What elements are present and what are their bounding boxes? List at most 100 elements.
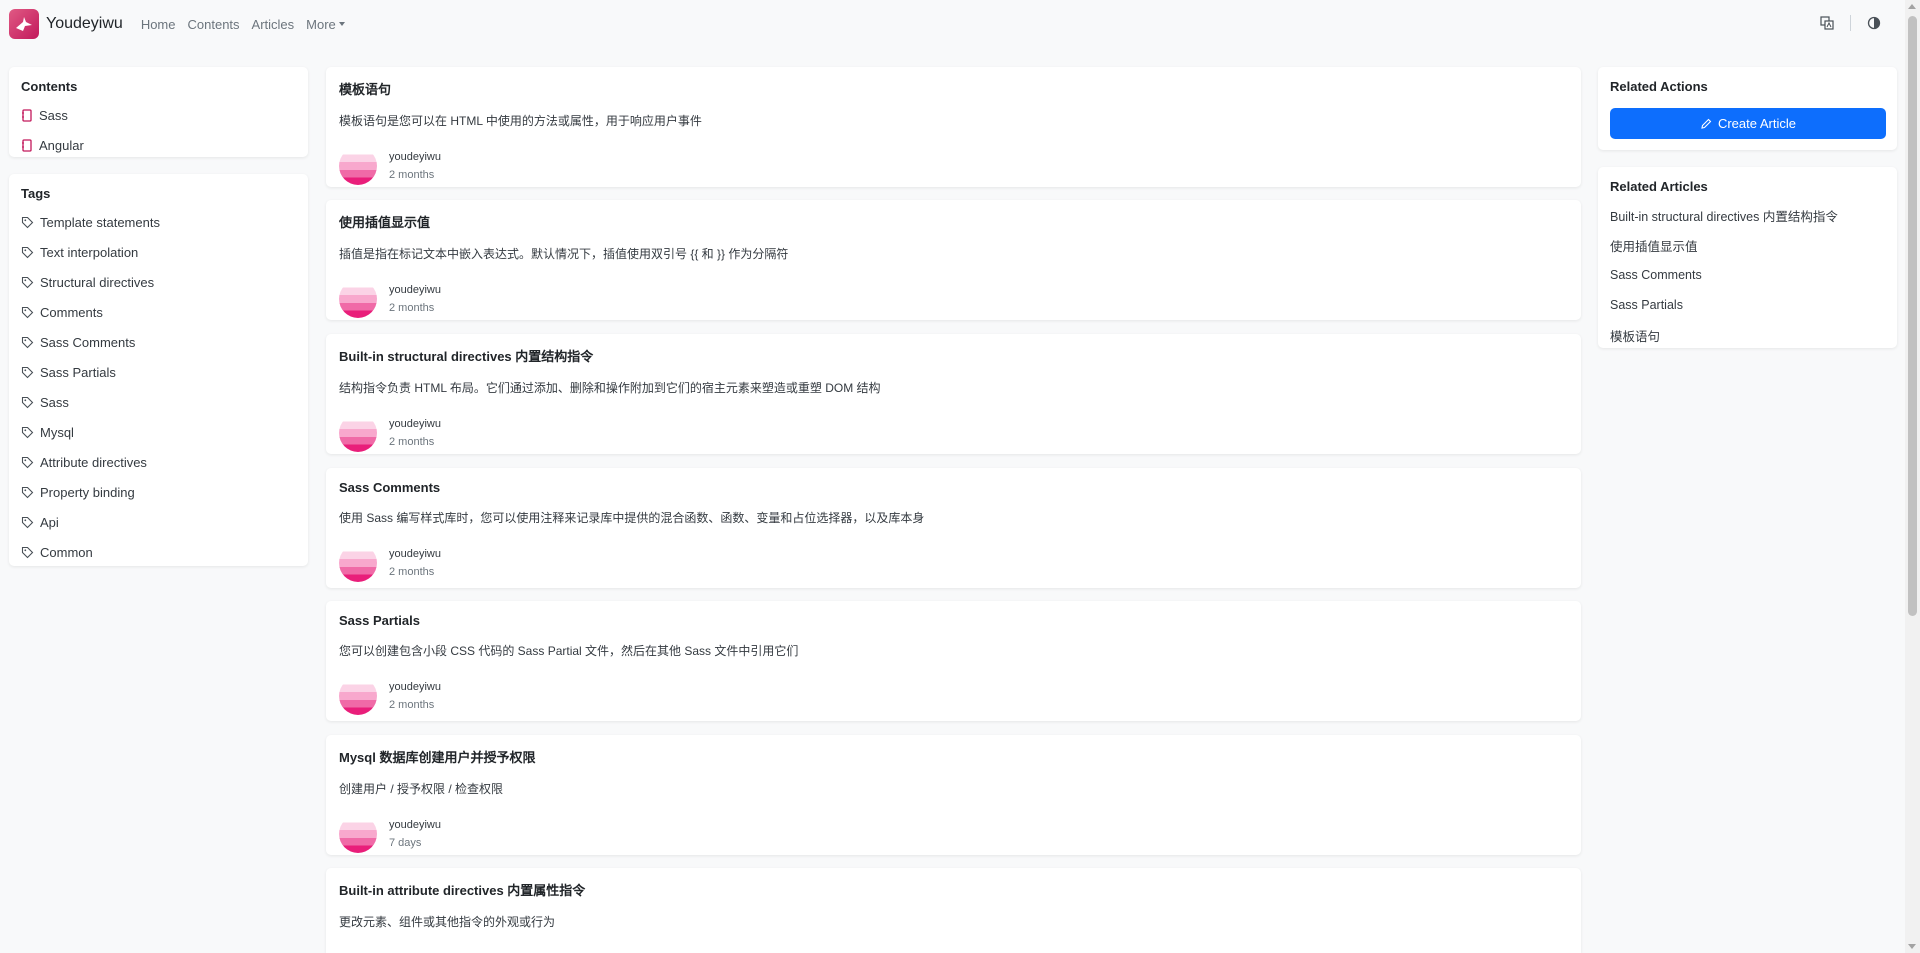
tag-item[interactable]: Attribute directives [21,447,296,477]
tag-icon [21,216,34,228]
related-actions-card: Related Actions Create Article [1598,67,1897,150]
article-title[interactable]: 模板语句 [339,79,1568,98]
author-name[interactable]: youdeyiwu [389,819,441,831]
article-desc: 创建用户 / 授予权限 / 检查权限 [339,782,504,796]
nav-more-dropdown[interactable]: More [306,17,345,32]
author-name[interactable]: youdeyiwu [389,548,441,560]
contents-item-label: Sass [39,107,68,123]
avatar[interactable] [339,677,377,715]
article-time: 2 months [389,699,435,711]
tag-icon [21,516,34,528]
article-card: 使用插值显示值 插值是指在标记文本中嵌入表达式。默认情况下，插值使用双引号 {{… [326,200,1581,320]
scroll-up-icon[interactable] [1908,4,1916,9]
tag-label: Property binding [40,484,135,500]
tag-label: Common [40,544,93,560]
tag-item[interactable]: Common [21,537,296,567]
tags-card: Tags Template statements Text interpolat… [9,174,308,566]
avatar[interactable] [339,147,377,185]
related-articles-card: Related Articles Built-in structural dir… [1598,167,1897,348]
article-desc: 结构指令负责 HTML 布局。它们通过添加、删除和操作附加到它们的宿主元素来塑造… [339,381,881,395]
tag-icon [21,456,34,468]
tag-item[interactable]: Api [21,507,296,537]
scroll-thumb[interactable] [1908,16,1917,616]
article-time: 2 months [389,436,435,448]
tag-icon [21,426,34,438]
article-desc: 更改元素、组件或其他指令的外观或行为 [339,915,556,929]
article-desc: 模板语句是您可以在 HTML 中使用的方法或属性，用于响应用户事件 [339,114,702,128]
related-article-link[interactable]: Built-in structural directives 内置结构指令 [1610,200,1885,230]
contents-item-sass[interactable]: Sass [21,100,296,130]
create-article-label: Create Article [1717,116,1797,131]
related-article-link[interactable]: Sass Comments [1610,260,1885,290]
article-card: Built-in attribute directives 内置属性指令 更改元… [326,868,1581,953]
tag-item[interactable]: Template statements [21,207,296,237]
contents-item-angular[interactable]: Angular [21,130,296,160]
article-title[interactable]: Sass Partials [339,613,1568,628]
avatar[interactable] [339,544,377,582]
related-article-link[interactable]: 使用插值显示值 [1610,230,1885,260]
article-desc: 插值是指在标记文本中嵌入表达式。默认情况下，插值使用双引号 {{ 和 }} 作为… [339,247,789,261]
brand[interactable]: Youdeyiwu [9,9,123,39]
tag-icon [21,276,34,288]
tag-label: Mysql [40,424,74,440]
nav-link-home[interactable]: Home [141,17,176,32]
article-title[interactable]: Built-in attribute directives 内置属性指令 [339,880,1568,899]
article-title[interactable]: 使用插值显示值 [339,212,1568,231]
create-article-button[interactable]: Create Article [1610,108,1886,139]
article-author: youdeyiwu 2 months [339,280,1568,318]
nav-link-articles[interactable]: Articles [252,17,295,32]
author-name[interactable]: youdeyiwu [389,151,441,163]
article-card: 模板语句 模板语句是您可以在 HTML 中使用的方法或属性，用于响应用户事件 y… [326,67,1581,187]
article-title[interactable]: Sass Comments [339,480,1568,495]
avatar[interactable] [339,280,377,318]
tag-label: Sass Partials [40,364,116,380]
tag-icon [21,396,34,408]
author-name[interactable]: youdeyiwu [389,284,441,296]
article-title[interactable]: Built-in structural directives 内置结构指令 [339,346,1568,365]
nav-right-tools [1818,14,1883,32]
article-time: 2 months [389,302,435,314]
tag-icon [21,336,34,348]
tag-item[interactable]: Sass [21,387,296,417]
nav-link-contents[interactable]: Contents [188,17,240,32]
brand-logo-icon [9,9,39,39]
related-article-link[interactable]: 模板语句 [1610,320,1885,350]
tag-label: Text interpolation [40,244,139,260]
avatar[interactable] [339,414,377,452]
tag-item[interactable]: Text interpolation [21,237,296,267]
tag-icon [21,306,34,318]
author-name[interactable]: youdeyiwu [389,418,441,430]
tag-item[interactable]: Sass Comments [21,327,296,357]
article-desc: 您可以创建包含小段 CSS 代码的 Sass Partial 文件，然后在其他 … [339,644,799,658]
contents-item-label: Angular [39,137,84,153]
scroll-down-icon[interactable] [1908,944,1916,949]
tag-icon [21,546,34,558]
tag-label: Template statements [40,214,160,230]
tags-title: Tags [21,186,51,201]
article-title[interactable]: Mysql 数据库创建用户并授予权限 [339,747,1568,766]
avatar[interactable] [339,815,377,853]
tag-item[interactable]: Comments [21,297,296,327]
article-card: Sass Comments 使用 Sass 编写样式库时，您可以使用注释来记录库… [326,468,1581,588]
tag-label: Structural directives [40,274,155,290]
tag-item[interactable]: Sass Partials [21,357,296,387]
nav-more-label: More [306,16,336,32]
vertical-scrollbar[interactable] [1905,0,1920,953]
article-card: Sass Partials 您可以创建包含小段 CSS 代码的 Sass Par… [326,601,1581,721]
tag-item[interactable]: Structural directives [21,267,296,297]
related-articles-title: Related Articles [1610,179,1708,194]
article-author: youdeyiwu 2 months [339,414,1568,452]
tag-item[interactable]: Mysql [21,417,296,447]
tag-icon [21,486,34,498]
article-card: Mysql 数据库创建用户并授予权限 创建用户 / 授予权限 / 检查权限 yo… [326,735,1581,855]
avatar[interactable] [339,948,377,953]
tag-item[interactable]: Property binding [21,477,296,507]
related-actions-title: Related Actions [1610,79,1708,94]
theme-toggle-icon[interactable] [1865,14,1883,32]
contents-title: Contents [21,79,78,94]
author-name[interactable]: youdeyiwu [389,681,441,693]
translate-icon[interactable] [1818,14,1836,32]
related-article-link[interactable]: Sass Partials [1610,290,1885,320]
tag-icon [21,246,34,258]
article-card: Built-in structural directives 内置结构指令 结构… [326,334,1581,454]
